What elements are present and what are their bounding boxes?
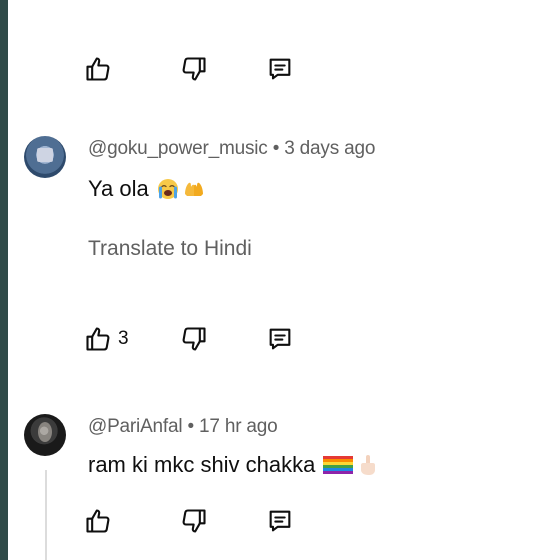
loudly-crying-face-icon bbox=[157, 178, 179, 200]
avatar[interactable] bbox=[24, 136, 66, 178]
thumbs-down-icon bbox=[182, 57, 206, 81]
comment: @PariAnfal • 17 hr ago ram ki mkc shiv c… bbox=[24, 414, 544, 560]
comment-text: ram ki mkc shiv chakka bbox=[88, 452, 379, 478]
separator-dot: • bbox=[187, 416, 194, 437]
translate-link[interactable]: Translate to Hindi bbox=[88, 237, 252, 261]
thumbs-down-icon bbox=[182, 509, 206, 533]
reply-button[interactable] bbox=[266, 322, 294, 356]
reply-comment-icon bbox=[269, 58, 291, 80]
like-button[interactable] bbox=[84, 52, 112, 86]
comment-meta: @goku_power_music • 3 days ago bbox=[88, 138, 375, 160]
like-button[interactable] bbox=[84, 504, 112, 538]
like-count: 3 bbox=[118, 328, 129, 349]
comment-time: 17 hr ago bbox=[199, 416, 278, 437]
thumbs-up-icon bbox=[86, 57, 110, 81]
comment-text-content: Ya ola bbox=[88, 176, 149, 201]
comment-author[interactable]: @goku_power_music bbox=[88, 138, 268, 159]
like-button[interactable]: 3 bbox=[84, 322, 129, 356]
dislike-button[interactable] bbox=[180, 322, 208, 356]
middle-finger-icon bbox=[357, 454, 379, 476]
comment-author[interactable]: @PariAnfal bbox=[88, 416, 183, 437]
window-edge bbox=[0, 0, 8, 560]
comment: @goku_power_music • 3 days ago Ya ola Tr… bbox=[24, 136, 544, 356]
reply-comment-icon bbox=[269, 328, 291, 350]
comment-time: 3 days ago bbox=[284, 138, 376, 159]
reply-comment-icon bbox=[269, 510, 291, 532]
thumbs-down-icon bbox=[182, 327, 206, 351]
reply-button[interactable] bbox=[266, 504, 294, 538]
raised-hands-icon bbox=[183, 178, 205, 200]
thumbs-up-icon bbox=[86, 509, 110, 533]
thumbs-up-icon bbox=[86, 327, 110, 351]
comment-text: Ya ola bbox=[88, 176, 205, 202]
avatar[interactable] bbox=[24, 414, 66, 456]
comment-meta: @PariAnfal • 17 hr ago bbox=[88, 416, 278, 438]
separator-dot: • bbox=[272, 138, 280, 159]
comment-text-content: ram ki mkc shiv chakka bbox=[88, 452, 316, 477]
reply-button[interactable] bbox=[266, 52, 294, 86]
rainbow-flag-icon bbox=[323, 454, 354, 476]
dislike-button[interactable] bbox=[180, 504, 208, 538]
dislike-button[interactable] bbox=[180, 52, 208, 86]
